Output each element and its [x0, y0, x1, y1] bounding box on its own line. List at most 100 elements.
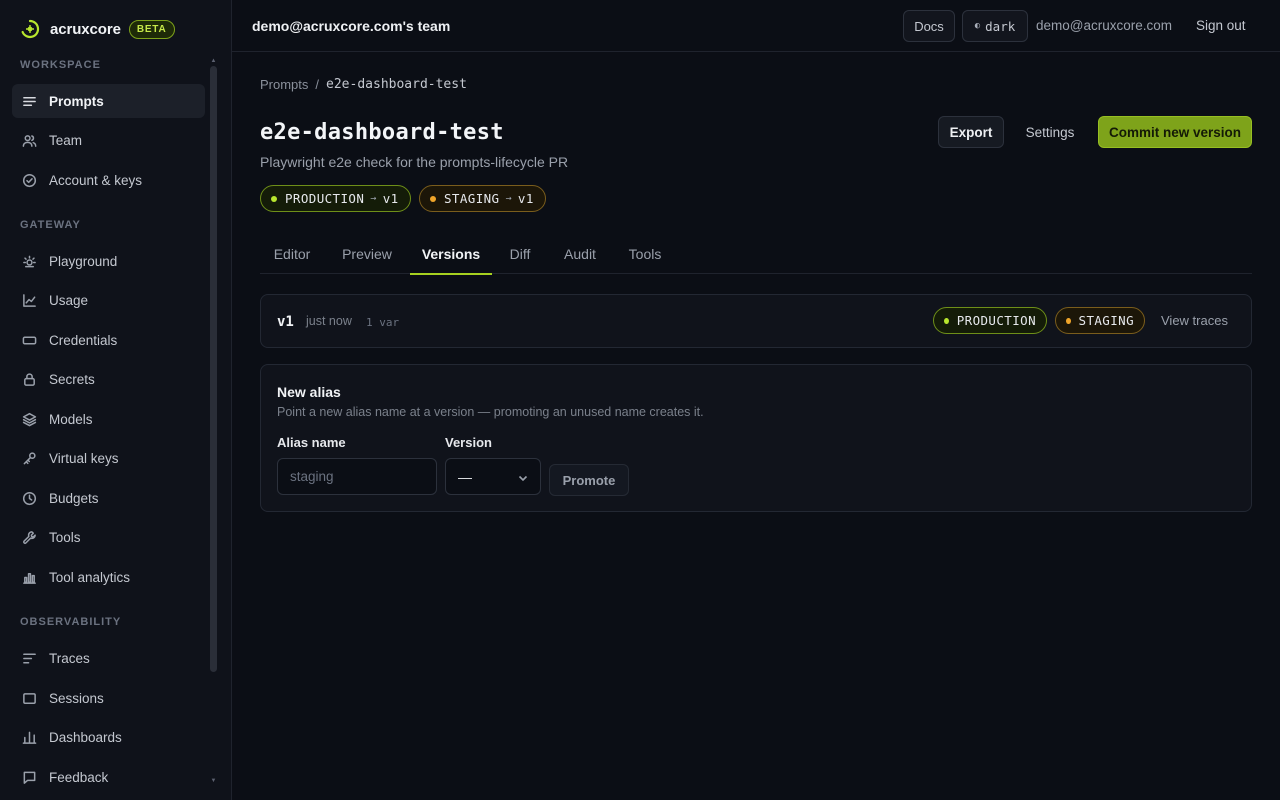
sidebar-item-secrets[interactable]: Secrets: [12, 362, 205, 396]
sidebar-item-sessions[interactable]: Sessions: [12, 681, 205, 715]
tab-versions[interactable]: Versions: [410, 234, 492, 275]
key-icon: [23, 451, 36, 464]
check-circle-icon: [22, 173, 37, 187]
docs-button[interactable]: Docs: [903, 10, 955, 42]
tab-preview[interactable]: Preview: [330, 234, 404, 274]
sidebar-item-label: Feedback: [49, 769, 109, 785]
theme-icon: ◐: [974, 21, 981, 31]
topbar: demo@acruxcore.com's team Docs ◐ dark de…: [232, 0, 1280, 52]
clock-icon: [22, 491, 37, 505]
line-chart-icon: [23, 293, 36, 307]
alias-name-label: Alias name: [277, 435, 346, 450]
sidebar-item-playground[interactable]: Playground: [12, 244, 205, 278]
version-select[interactable]: —: [445, 458, 541, 495]
section-workspace: WORKSPACE: [20, 59, 101, 71]
sidebar-item-label: Usage: [49, 292, 89, 308]
new-alias-title: New alias: [277, 384, 341, 400]
export-button[interactable]: Export: [938, 116, 1004, 148]
status-dot: [1066, 317, 1071, 324]
bar-chart-icon: [23, 572, 36, 584]
version-var-count: 1 var: [366, 316, 400, 329]
sidebar-item-label: Playground: [49, 253, 118, 269]
sidebar-item-prompts[interactable]: Prompts: [12, 84, 205, 118]
sidebar-item-virtual-keys[interactable]: Virtual keys: [12, 441, 205, 475]
users-icon: [22, 134, 37, 147]
sign-out-button[interactable]: Sign out: [1196, 18, 1246, 33]
brand-name: acruxcore: [50, 20, 121, 38]
sidebar-item-account-keys[interactable]: Account & keys: [12, 163, 205, 197]
tab-bar: Editor Preview Versions Diff Audit Tools: [260, 234, 1252, 275]
promote-button[interactable]: Promote: [549, 464, 629, 496]
version-select-value: —: [458, 468, 472, 485]
sidebar-item-dashboards[interactable]: Dashboards: [12, 720, 205, 754]
traces-icon: [23, 653, 36, 663]
breadcrumb-separator: /: [315, 77, 320, 92]
commit-new-version-button[interactable]: Commit new version: [1098, 116, 1252, 148]
scroll-up-icon[interactable]: ▲: [210, 58, 217, 64]
chevron-down-icon: [518, 475, 528, 482]
sidebar-item-feedback[interactable]: Feedback: [12, 760, 205, 794]
new-alias-card: New alias Point a new alias name at a ve…: [260, 364, 1252, 512]
sidebar-item-credentials[interactable]: Credentials: [12, 323, 205, 357]
sidebar-item-label: Credentials: [49, 332, 118, 348]
beta-badge: BETA: [128, 19, 175, 39]
list-icon: [23, 96, 36, 106]
settings-button[interactable]: Settings: [1016, 116, 1084, 148]
version-row[interactable]: v1 just now 1 var PRODUCTION STAGING Vie…: [260, 294, 1252, 348]
theme-label: dark: [985, 18, 1016, 34]
sidebar-scrollbar[interactable]: [210, 66, 217, 672]
status-dot: [944, 317, 949, 324]
page-description: Playwright e2e check for the prompts-lif…: [260, 154, 569, 170]
sidebar-item-usage[interactable]: Usage: [12, 283, 205, 317]
sidebar-item-label: Sessions: [49, 690, 104, 706]
status-dot: [271, 195, 277, 202]
alias-pill-production[interactable]: PRODUCTION → v1: [260, 185, 411, 212]
tab-editor[interactable]: Editor: [260, 234, 324, 274]
layers-icon: [22, 412, 37, 426]
page-title: e2e-dashboard-test: [260, 120, 504, 145]
new-alias-description: Point a new alias name at a version — pr…: [277, 405, 704, 419]
acruxcore-logo-icon: [21, 19, 40, 39]
sidebar-item-label: Traces: [49, 650, 90, 666]
alias-pill-staging[interactable]: STAGING → v1: [419, 185, 546, 212]
lock-icon: [24, 372, 35, 386]
card-icon: [22, 335, 37, 345]
view-traces-link[interactable]: View traces: [1161, 313, 1228, 328]
breadcrumb: Prompts / e2e-dashboard-test: [260, 77, 467, 92]
sidebar-item-label: Tool analytics: [49, 569, 131, 585]
section-gateway: GATEWAY: [20, 219, 81, 231]
sidebar-item-traces[interactable]: Traces: [12, 641, 205, 675]
tab-tools[interactable]: Tools: [618, 234, 672, 274]
tab-audit[interactable]: Audit: [548, 234, 612, 274]
breadcrumb-current: e2e-dashboard-test: [326, 77, 467, 92]
bars-icon: [22, 731, 37, 744]
brand[interactable]: acruxcore BETA: [20, 18, 175, 40]
tab-diff[interactable]: Diff: [498, 234, 542, 274]
sidebar-item-label: Dashboards: [49, 729, 122, 745]
scroll-down-icon[interactable]: ▼: [210, 778, 217, 784]
alias-name: STAGING: [444, 191, 500, 206]
arrow-right-icon: →: [370, 193, 377, 204]
sidebar-item-tools[interactable]: Tools: [12, 520, 205, 554]
sidebar-item-budgets[interactable]: Budgets: [12, 481, 205, 515]
version-badge-staging: STAGING: [1055, 307, 1145, 334]
section-observability: OBSERVABILITY: [20, 616, 122, 628]
team-name[interactable]: demo@acruxcore.com's team: [252, 18, 450, 34]
breadcrumb-prompts-link[interactable]: Prompts: [260, 77, 308, 92]
sidebar-item-label: Tools: [49, 529, 81, 545]
sun-icon: [23, 255, 36, 267]
sidebar-item-tool-analytics[interactable]: Tool analytics: [12, 560, 205, 594]
user-email: demo@acruxcore.com: [1036, 18, 1173, 33]
sidebar-item-label: Budgets: [49, 490, 99, 506]
wrench-icon: [23, 530, 36, 544]
sidebar-item-label: Virtual keys: [49, 450, 119, 466]
arrow-right-icon: →: [505, 193, 512, 204]
alias-name-input[interactable]: [277, 458, 437, 495]
sidebar-item-label: Account & keys: [49, 172, 143, 188]
sidebar-item-team[interactable]: Team: [12, 123, 205, 157]
theme-toggle-button[interactable]: ◐ dark: [962, 10, 1028, 42]
message-icon: [23, 771, 36, 784]
sidebar-item-models[interactable]: Models: [12, 402, 205, 436]
sidebar-item-label: Team: [49, 132, 83, 148]
sidebar-item-label: Models: [49, 411, 93, 427]
